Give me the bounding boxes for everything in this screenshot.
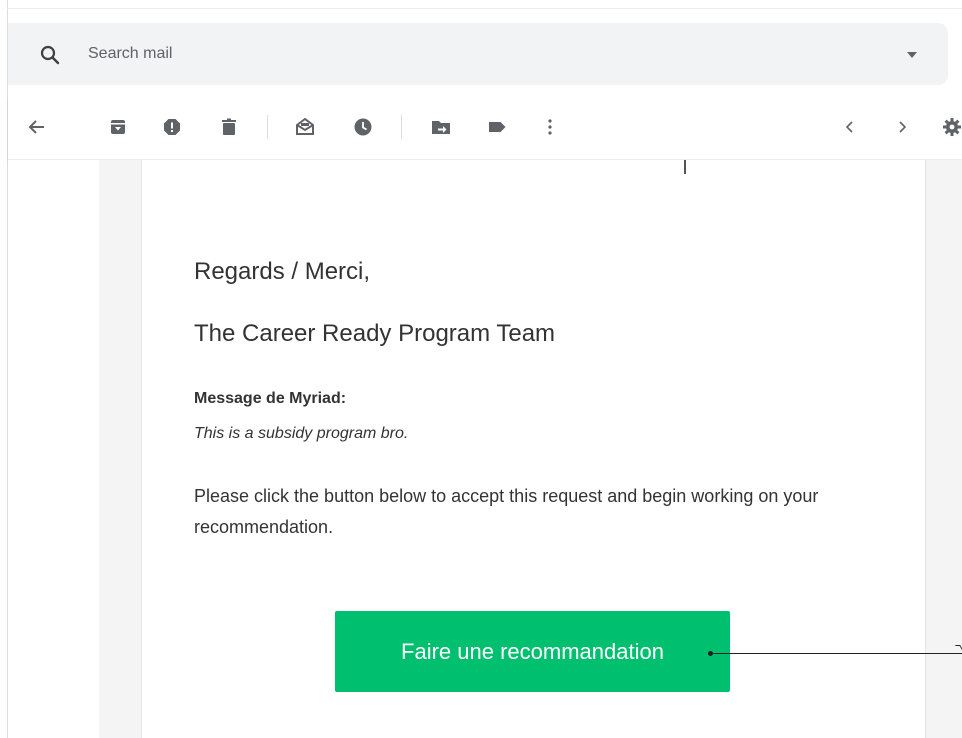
caret-down-icon[interactable] bbox=[902, 47, 922, 63]
delete-icon[interactable] bbox=[217, 115, 241, 139]
move-to-icon[interactable] bbox=[429, 115, 453, 139]
archive-icon[interactable] bbox=[106, 115, 130, 139]
mark-unread-icon[interactable] bbox=[293, 115, 317, 139]
window-top-border bbox=[7, 8, 962, 9]
email-signoff: Regards / Merci, bbox=[194, 258, 371, 285]
annotation-pointer-line bbox=[711, 653, 962, 654]
email-team-signature: The Career Ready Program Team bbox=[194, 320, 556, 347]
search-icon[interactable] bbox=[38, 43, 62, 67]
previous-chevron-icon[interactable] bbox=[838, 115, 862, 139]
message-toolbar bbox=[8, 97, 962, 159]
message-text: This is a subsidy program bro. bbox=[194, 425, 409, 442]
settings-gear-icon[interactable] bbox=[940, 115, 962, 139]
more-options-icon[interactable] bbox=[538, 115, 562, 139]
back-arrow-icon[interactable] bbox=[25, 115, 49, 139]
email-instruction: Please click the button below to accept … bbox=[194, 486, 819, 537]
message-label: Message de Myriad: bbox=[194, 390, 347, 407]
report-spam-icon[interactable] bbox=[160, 115, 184, 139]
make-recommendation-button[interactable]: Faire une recommandation bbox=[335, 611, 730, 692]
annotation-pointer-dot bbox=[708, 651, 713, 656]
next-chevron-icon[interactable] bbox=[890, 115, 914, 139]
toolbar-divider bbox=[267, 115, 268, 139]
text-fragment bbox=[684, 160, 686, 174]
label-icon[interactable] bbox=[485, 115, 509, 139]
search-bar bbox=[8, 23, 948, 85]
search-input[interactable] bbox=[88, 41, 688, 67]
snooze-icon[interactable] bbox=[351, 115, 375, 139]
toolbar-divider bbox=[401, 115, 402, 139]
